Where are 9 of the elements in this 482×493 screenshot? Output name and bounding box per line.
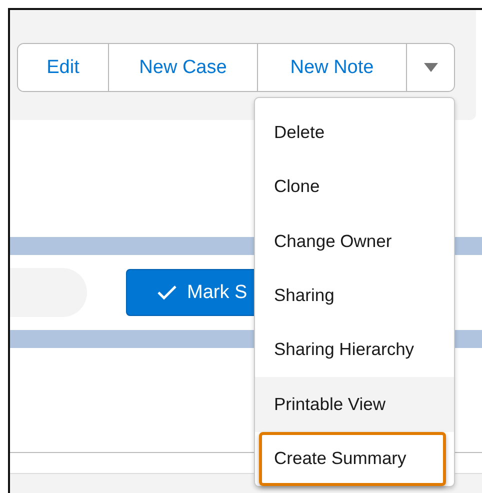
menu-item[interactable]: Delete xyxy=(255,105,454,160)
check-icon xyxy=(157,285,177,300)
action-button[interactable]: Edit xyxy=(18,44,109,91)
menu-item[interactable]: Clone xyxy=(255,159,454,214)
menu-item[interactable]: Printable View xyxy=(255,377,454,432)
menu-item[interactable]: Create Summary xyxy=(259,432,446,486)
caret-down-icon xyxy=(424,63,438,72)
menu-item[interactable]: Change Owner xyxy=(255,214,454,268)
menu-item[interactable]: Sharing Hierarchy xyxy=(255,322,454,378)
